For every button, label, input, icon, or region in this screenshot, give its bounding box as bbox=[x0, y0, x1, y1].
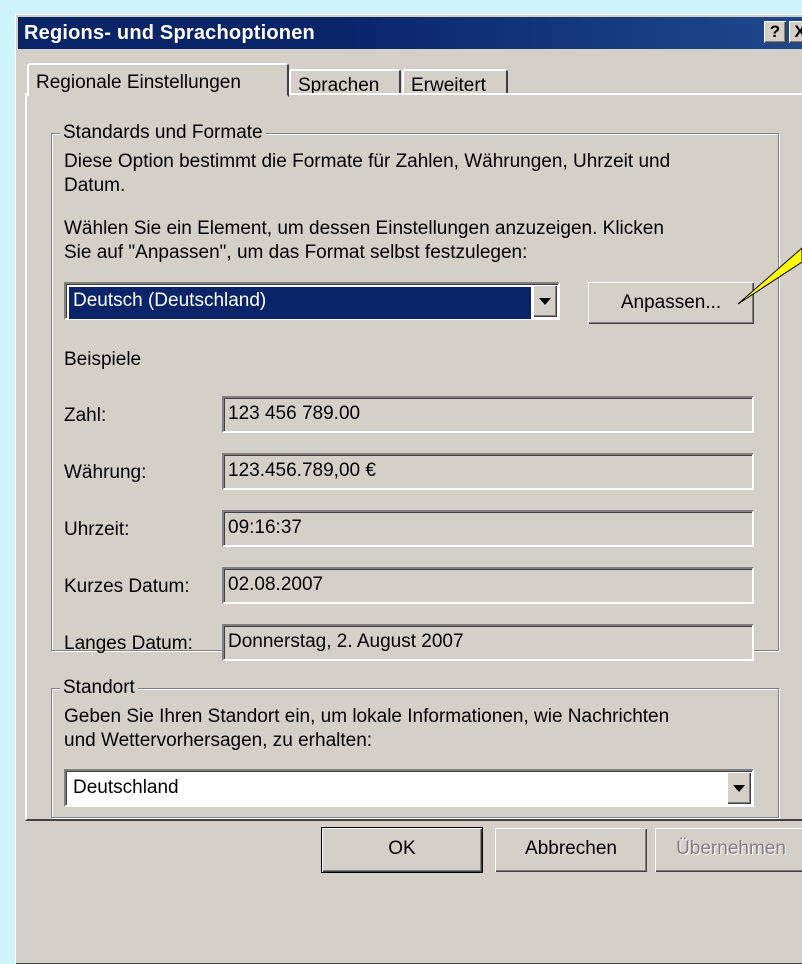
dropdown-arrow-icon[interactable] bbox=[727, 772, 751, 804]
standards-description-line2: Datum. bbox=[64, 175, 126, 196]
example-label-currency: Währung: bbox=[64, 462, 147, 483]
example-value-number: 123 456 789.00 bbox=[222, 396, 754, 433]
example-label-long-date: Langes Datum: bbox=[64, 633, 193, 654]
standards-instruction: Wählen Sie ein Element, um dessen Einste… bbox=[64, 217, 664, 265]
close-button[interactable]: X bbox=[789, 21, 802, 43]
customize-button[interactable]: Anpassen... bbox=[588, 282, 754, 324]
location-group-label: Standort bbox=[60, 677, 138, 699]
window-title: Regions- und Sprachoptionen bbox=[24, 22, 315, 44]
tab-regional-settings[interactable]: Regionale Einstellungen bbox=[27, 63, 289, 97]
format-select-value: Deutsch (Deutschland) bbox=[69, 287, 531, 319]
example-value-currency: 123.456.789,00 € bbox=[222, 453, 754, 490]
standards-group: Standards und Formate Diese Option besti… bbox=[51, 122, 779, 661]
title-bar[interactable]: Regions- und Sprachoptionen ? X bbox=[18, 17, 802, 49]
standards-description-line1: Diese Option bestimmt die Formate für Za… bbox=[64, 151, 671, 172]
tab-advanced[interactable]: Erweitert bbox=[402, 69, 508, 96]
example-label-number: Zahl: bbox=[64, 405, 107, 426]
standards-group-label: Standards und Formate bbox=[60, 122, 266, 144]
example-label-short-date: Kurzes Datum: bbox=[64, 576, 190, 597]
example-label-time: Uhrzeit: bbox=[64, 519, 130, 540]
help-button[interactable]: ? bbox=[764, 21, 786, 43]
standards-instruction-line2: Sie auf "Anpassen", um das Format selbst… bbox=[64, 242, 528, 263]
location-select[interactable]: Deutschland bbox=[64, 769, 754, 807]
location-description: Geben Sie Ihren Standort ein, um lokale … bbox=[64, 705, 669, 753]
example-value-time: 09:16:37 bbox=[222, 510, 754, 547]
location-description-line2: und Wettervorhersagen, zu erhalten: bbox=[64, 730, 373, 751]
tab-panel: Standards und Formate Diese Option besti… bbox=[25, 93, 802, 821]
apply-button[interactable]: Übernehmen bbox=[655, 828, 802, 872]
location-group: Standort Geben Sie Ihren Standort ein, u… bbox=[51, 677, 779, 818]
cancel-button[interactable]: Abbrechen bbox=[495, 828, 647, 872]
standards-instruction-line1: Wählen Sie ein Element, um dessen Einste… bbox=[64, 218, 664, 239]
location-select-value: Deutschland bbox=[73, 777, 179, 798]
example-value-short-date: 02.08.2007 bbox=[222, 567, 754, 604]
format-select[interactable]: Deutsch (Deutschland) bbox=[64, 282, 560, 320]
location-description-line1: Geben Sie Ihren Standort ein, um lokale … bbox=[64, 706, 670, 727]
dialog-window: Regions- und Sprachoptionen ? X Regional… bbox=[15, 14, 802, 964]
tab-languages[interactable]: Sprachen bbox=[289, 69, 401, 96]
standards-description: Diese Option bestimmt die Formate für Za… bbox=[64, 150, 670, 198]
ok-button[interactable]: OK bbox=[321, 827, 483, 873]
examples-heading: Beispiele bbox=[64, 349, 142, 370]
example-value-long-date: Donnerstag, 2. August 2007 bbox=[222, 624, 754, 661]
dropdown-arrow-icon[interactable] bbox=[533, 285, 557, 317]
